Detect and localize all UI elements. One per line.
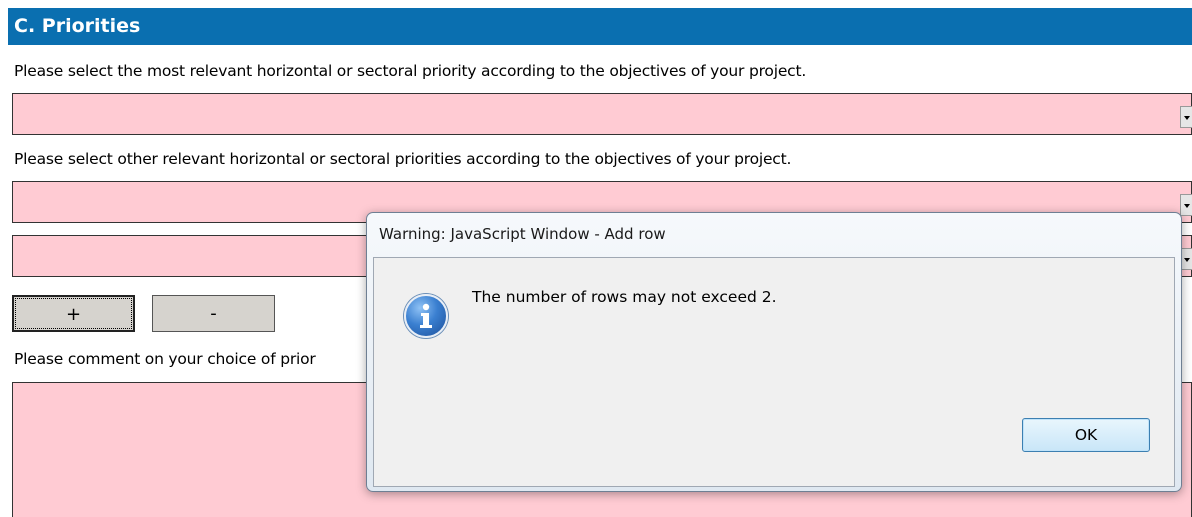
main-priority-dropdown[interactable] — [12, 93, 1192, 135]
dialog-body: The number of rows may not exceed 2. OK — [373, 257, 1175, 487]
dialog-message: The number of rows may not exceed 2. — [472, 288, 777, 306]
comment-label: Please comment on your choice of prior — [14, 350, 316, 368]
add-row-button[interactable]: + — [12, 295, 135, 332]
chevron-down-icon[interactable] — [1180, 106, 1192, 128]
ok-button[interactable]: OK — [1022, 418, 1150, 452]
section-title: C. Priorities — [14, 15, 141, 37]
warning-dialog: Warning: JavaScript Window - Add row The… — [366, 212, 1182, 492]
section-header: C. Priorities — [8, 8, 1192, 45]
main-priority-label: Please select the most relevant horizont… — [14, 62, 807, 80]
other-priorities-label: Please select other relevant horizontal … — [14, 150, 792, 168]
chevron-down-icon[interactable] — [1180, 194, 1192, 216]
dialog-title: Warning: JavaScript Window - Add row — [379, 225, 666, 243]
info-icon — [404, 294, 448, 338]
remove-row-button[interactable]: - — [152, 295, 275, 332]
